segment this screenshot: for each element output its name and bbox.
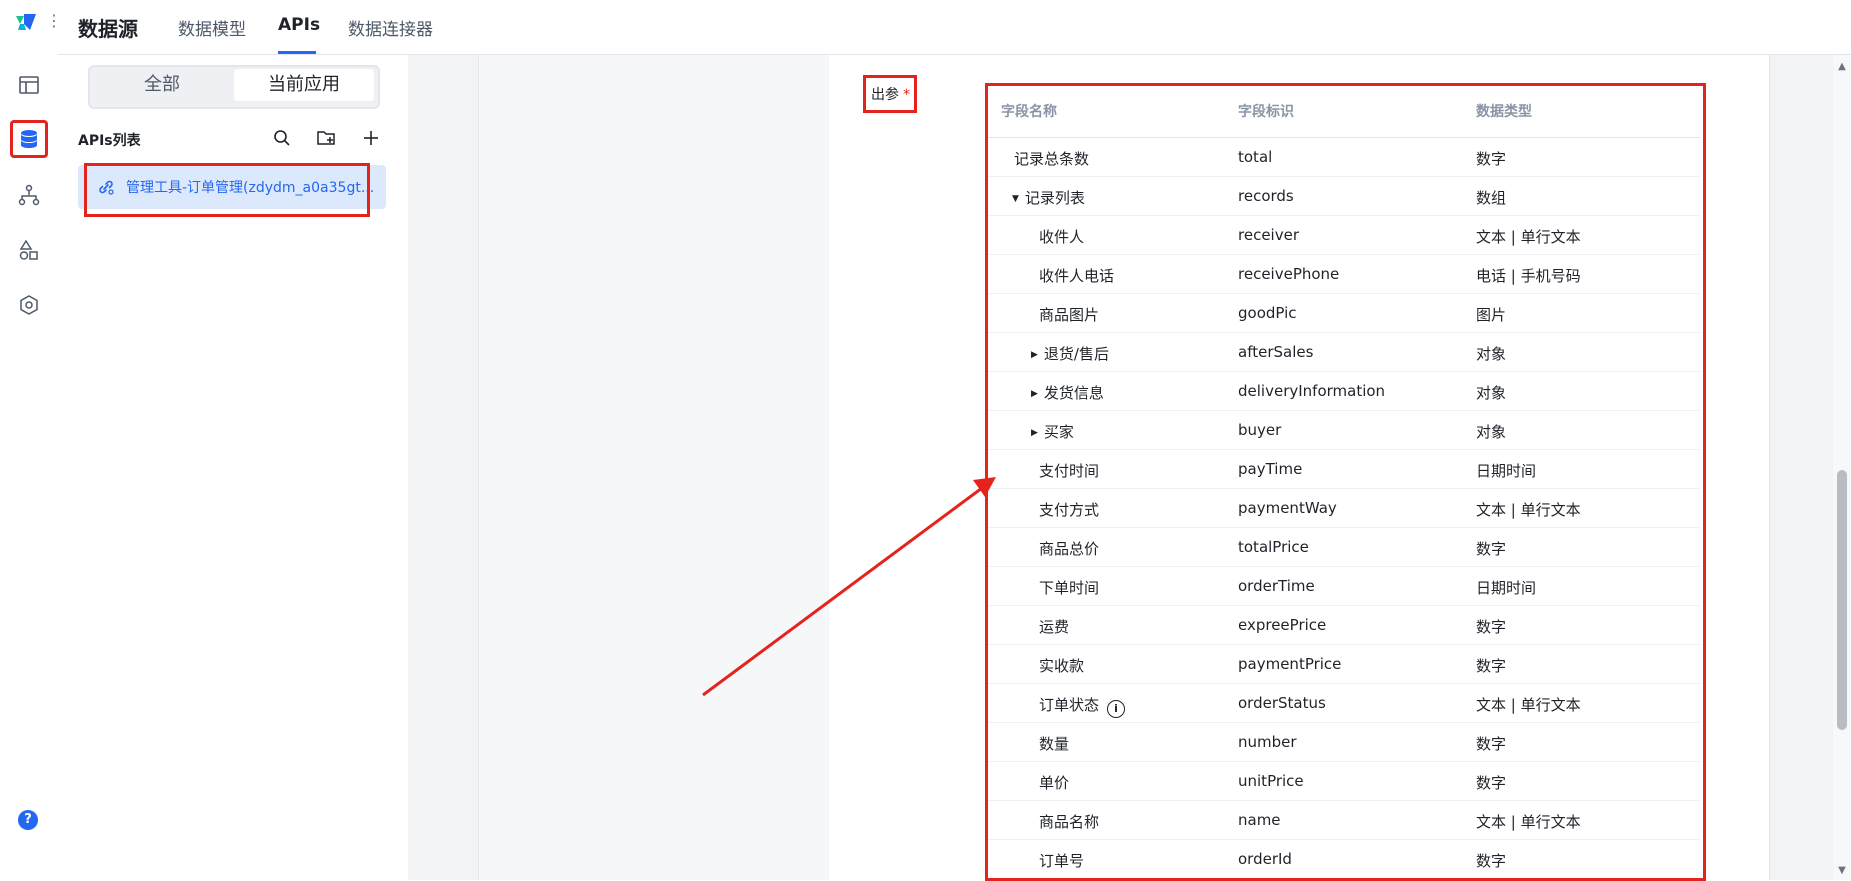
annotation-arrow	[702, 477, 996, 697]
